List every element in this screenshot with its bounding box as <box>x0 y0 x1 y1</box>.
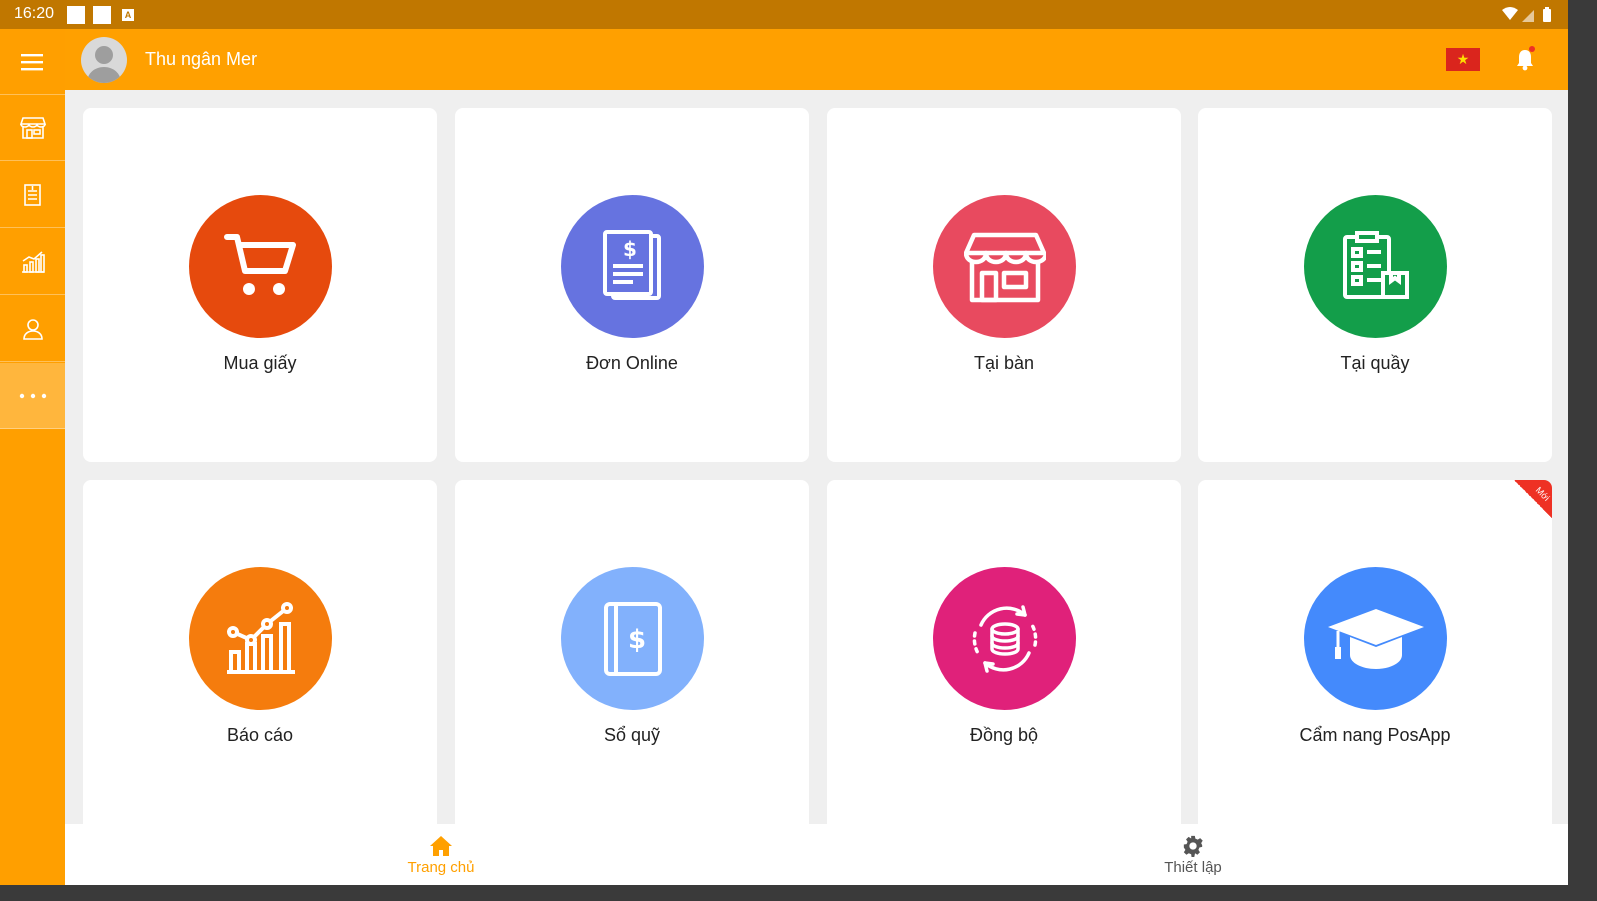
sidebar-item-orders[interactable] <box>0 162 65 228</box>
svg-text:$: $ <box>623 237 637 261</box>
user-avatar-icon <box>87 46 121 83</box>
cart-icon <box>223 233 296 295</box>
invoice-icon: $ <box>602 229 661 300</box>
document-icon <box>23 183 41 206</box>
tile-label: Cẩm nang PosApp <box>1299 725 1451 745</box>
system-status-icons <box>1502 7 1551 22</box>
tab-settings-label: Thiết lập <box>1164 859 1222 876</box>
language-flag-button[interactable]: ★ <box>1446 48 1480 71</box>
notification-bell-icon[interactable] <box>1513 46 1537 72</box>
tile-label: Đơn Online <box>586 353 678 373</box>
tile-icon-circle: $ <box>561 195 704 338</box>
tile-bao-cao[interactable]: Báo cáo <box>83 480 437 834</box>
tile-label: Báo cáo <box>226 725 294 745</box>
tile-tai-ban[interactable]: Tại bàn <box>827 108 1181 462</box>
tile-label: Mua giấy <box>223 353 297 373</box>
tile-icon-circle: $ <box>561 567 704 710</box>
status-bar: 16:20 A <box>0 0 1568 29</box>
user-name: Thu ngân Mer <box>145 49 258 69</box>
tile-tai-quay[interactable]: Tại quầy <box>1198 108 1552 462</box>
tile-label: Tại quầy <box>1340 353 1410 373</box>
tile-icon-circle <box>1304 567 1447 710</box>
app-screen: 16:20 A Thu ngân Mer ★ Mua giấy $ Đơn On… <box>0 0 1568 885</box>
tile-cam-nang-posapp[interactable]: Mới Cẩm nang PosApp <box>1198 480 1552 834</box>
feature-grid: Mua giấy $ Đơn Online Tại bàn Tại quầy B… <box>65 90 1568 834</box>
graduation-cap-icon <box>1327 608 1424 669</box>
report-chart-icon <box>226 601 295 674</box>
avatar[interactable] <box>81 37 127 83</box>
bottom-nav: Trang chủ Thiết lập <box>65 824 1568 885</box>
sidebar-item-reports[interactable] <box>0 229 65 295</box>
new-badge-label: Mới <box>1533 485 1552 503</box>
sidebar-item-more[interactable] <box>0 363 65 429</box>
notification-icon <box>93 6 111 24</box>
gear-icon <box>1183 835 1203 857</box>
notification-icon <box>67 6 85 24</box>
notification-badge-icon: A <box>122 9 134 21</box>
store-icon <box>19 116 46 139</box>
cashbook-icon: $ <box>603 601 662 676</box>
more-dots-icon <box>19 393 46 398</box>
checklist-icon <box>1342 230 1409 299</box>
sidebar <box>0 29 65 885</box>
vietnam-flag-icon: ★ <box>1456 51 1470 67</box>
svg-text:$: $ <box>628 625 646 655</box>
tab-home-label: Trang chủ <box>407 859 475 876</box>
report-chart-icon <box>21 250 45 273</box>
sidebar-item-store[interactable] <box>0 95 65 161</box>
tile-mua-giay[interactable]: Mua giấy <box>83 108 437 462</box>
tile-label: Đồng bộ <box>969 725 1039 745</box>
status-time: 16:20 <box>14 5 55 22</box>
store-icon <box>963 232 1046 302</box>
tab-home[interactable]: Trang chủ <box>341 824 541 885</box>
user-icon <box>22 318 43 340</box>
home-icon <box>430 836 452 856</box>
tile-icon-circle <box>933 567 1076 710</box>
menu-button[interactable] <box>0 29 65 95</box>
app-header: Thu ngân Mer ★ <box>65 29 1568 90</box>
tab-settings[interactable]: Thiết lập <box>1093 824 1293 885</box>
tile-so-quy[interactable]: $ Sổ quỹ <box>455 480 809 834</box>
sidebar-item-account[interactable] <box>0 296 65 362</box>
tile-icon-circle <box>189 195 332 338</box>
tile-don-online[interactable]: $ Đơn Online <box>455 108 809 462</box>
tile-icon-circle <box>1304 195 1447 338</box>
tile-dong-bo[interactable]: Đồng bộ <box>827 480 1181 834</box>
tile-label: Sổ quỹ <box>603 725 661 745</box>
sync-database-icon <box>972 604 1037 673</box>
new-badge: Mới <box>1514 480 1552 518</box>
hamburger-menu-icon <box>20 53 43 70</box>
tile-label: Tại bàn <box>973 353 1035 373</box>
tile-icon-circle <box>933 195 1076 338</box>
tile-icon-circle <box>189 567 332 710</box>
